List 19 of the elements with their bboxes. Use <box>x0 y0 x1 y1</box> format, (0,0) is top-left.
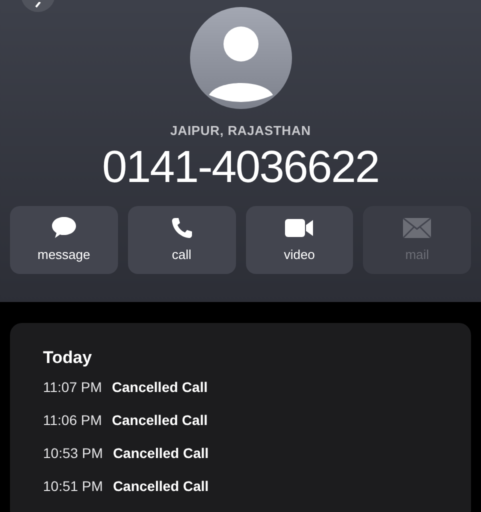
call-time: 10:51 PM <box>43 479 103 493</box>
speech-bubble-icon <box>50 216 77 240</box>
section-heading: Today <box>43 349 93 366</box>
call-time: 11:06 PM <box>43 413 102 427</box>
message-button[interactable]: message <box>10 206 118 274</box>
video-camera-icon <box>284 218 314 238</box>
video-button[interactable]: video <box>246 206 354 274</box>
location-label: JAIPUR, RAJASTHAN <box>170 124 311 137</box>
call-status: Cancelled Call <box>112 479 209 493</box>
phone-number: 0141-4036622 <box>102 144 379 189</box>
call-time: 10:53 PM <box>43 446 103 460</box>
avatar-icon <box>190 7 292 109</box>
phone-icon <box>170 216 194 240</box>
call-status: Cancelled Call <box>112 446 209 460</box>
call-status: Cancelled Call <box>112 413 208 427</box>
call-time: 11:07 PM <box>43 380 102 394</box>
call-button[interactable]: call <box>128 206 236 274</box>
envelope-icon <box>403 218 432 238</box>
call-status: Cancelled Call <box>112 380 208 394</box>
